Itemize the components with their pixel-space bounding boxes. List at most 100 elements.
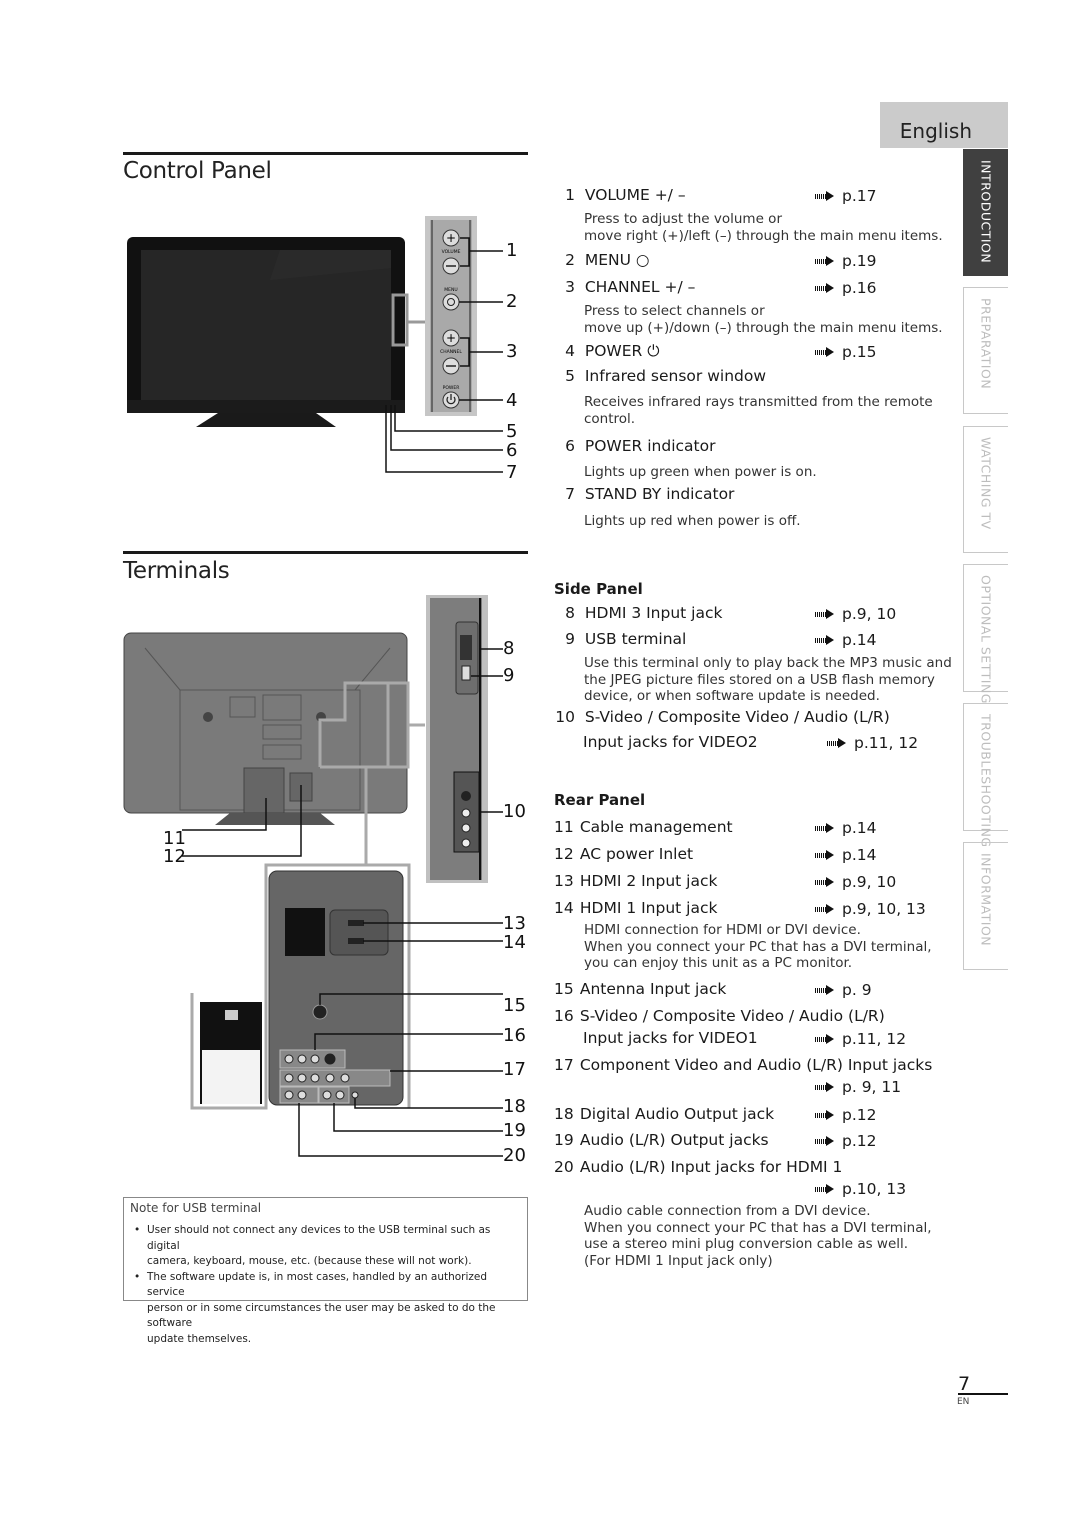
cp-desc-6: Lights up green when power is on. [584, 464, 817, 480]
svideo-port-icon [461, 791, 471, 801]
side-ref-10[interactable]: p.11, 12 [827, 734, 918, 752]
page-arrow-icon [815, 347, 834, 357]
page-arrow-icon [815, 191, 834, 201]
side-ref-8[interactable]: p.9, 10 [815, 605, 896, 623]
rear-ref-13[interactable]: p.9, 10 [815, 873, 896, 891]
rear-ref-20[interactable]: p.10, 13 [815, 1180, 906, 1198]
callout-13: 13 [503, 913, 526, 934]
side-tab-watching-tv[interactable]: WATCHING TV [963, 426, 1008, 553]
volume-minus-button [442, 257, 460, 275]
rear-item-14: 14 HDMI 1 Input jack [554, 899, 718, 917]
svg-text:+: + [446, 231, 456, 245]
side-tab-information[interactable]: INFORMATION [963, 842, 1008, 970]
callout-3: 3 [506, 341, 518, 362]
tv-stand [196, 413, 336, 427]
section-rule [123, 551, 528, 554]
page-arrow-icon [815, 850, 834, 860]
tv-front-figure: + VOLUME MENU + CHANNEL POWER [127, 216, 503, 473]
side-panel-heading: Side Panel [554, 580, 643, 598]
callout-10: 10 [503, 801, 526, 822]
cp-ref-3[interactable]: p.16 [815, 279, 877, 297]
cp-desc-1: Press to adjust the volume or move right … [584, 211, 943, 244]
callout-14: 14 [503, 932, 526, 953]
page-arrow-icon [815, 1136, 834, 1146]
side-tab-label: INTRODUCTION [978, 160, 994, 264]
callout-2: 2 [506, 291, 518, 312]
usb-note-box: Note for USB terminal User should not co… [123, 1197, 528, 1345]
control-panel-title: Control Panel [123, 158, 272, 184]
cp-item-5: 5 Infrared sensor window [565, 367, 767, 385]
menu-label: MENU [444, 287, 457, 293]
rear-item-15: 15 Antenna Input jack [554, 980, 727, 998]
side-tab-label: TROUBLESHOOTING [978, 714, 994, 848]
language-tab[interactable]: English [880, 102, 1008, 148]
hdmi-label-panel [285, 908, 325, 956]
side-item-10: 10 S-Video / Composite Video / Audio (L/… [555, 708, 890, 726]
side-tab-label: PREPARATION [978, 298, 994, 390]
rear-ref-11[interactable]: p.14 [815, 819, 877, 837]
rear-item-13: 13 HDMI 2 Input jack [554, 872, 718, 890]
callout-8: 8 [503, 638, 515, 659]
cp-ref-1[interactable]: p.17 [815, 187, 877, 205]
rear-ref-15[interactable]: p. 9 [815, 981, 872, 999]
volume-label: VOLUME [442, 249, 461, 255]
rear-item-19: 19 Audio (L/R) Output jacks [554, 1131, 769, 1149]
cp-item-7: 7 STAND BY indicator [565, 485, 735, 503]
rear-ref-12[interactable]: p.14 [815, 846, 877, 864]
usb-note-bullet: The software update is, in most cases, h… [130, 1270, 521, 1348]
cp-item-2: 2 MENU ○ [565, 251, 650, 269]
callout-20: 20 [503, 1145, 526, 1166]
rear-panel-heading: Rear Panel [554, 791, 646, 809]
cp-desc-7: Lights up red when power is off. [584, 513, 801, 529]
rear-ref-19[interactable]: p.12 [815, 1132, 877, 1150]
callout-16: 16 [503, 1025, 526, 1046]
tv-screen [141, 250, 391, 400]
power-button-icon [442, 391, 460, 409]
callout-18: 18 [503, 1096, 526, 1117]
cp-desc-5: Receives infrared rays transmitted from … [584, 394, 933, 427]
page-arrow-icon [815, 256, 834, 266]
rear-item-16-line2: Input jacks for VIDEO1 [583, 1029, 758, 1047]
rear-desc-20: Audio cable connection from a DVI device… [584, 1203, 932, 1269]
hdmi2-port-icon [348, 920, 364, 926]
rear-ref-16[interactable]: p.11, 12 [815, 1030, 906, 1048]
page-arrow-icon [815, 877, 834, 887]
svg-text:+: + [446, 331, 456, 345]
side-tab-label: INFORMATION [978, 853, 994, 947]
rear-ref-18[interactable]: p.12 [815, 1106, 877, 1124]
terminals-title: Terminals [123, 558, 230, 584]
callout-15: 15 [503, 995, 526, 1016]
side-desc-9: Use this terminal only to play back the … [584, 655, 952, 704]
callout-7: 7 [506, 462, 518, 483]
side-tab-optional-setting[interactable]: OPTIONAL SETTING [963, 564, 1008, 704]
cp-item-1: 1 VOLUME +/ – [565, 186, 686, 204]
rear-item-16: 16 S-Video / Composite Video / Audio (L/… [554, 1007, 885, 1025]
usb-note-bullet: User should not connect any devices to t… [130, 1223, 521, 1270]
cp-desc-3: Press to select channels or move up (+)/d… [584, 303, 943, 336]
side-ref-9[interactable]: p.14 [815, 631, 877, 649]
page-arrow-icon [815, 635, 834, 645]
cp-ref-2[interactable]: p.19 [815, 252, 877, 270]
section-rule [123, 152, 528, 155]
usb-note-title: Note for USB terminal [130, 1201, 262, 1215]
page-arrow-icon [815, 283, 834, 293]
power-label: POWER [443, 385, 460, 391]
tv-rear-figure [123, 595, 503, 1157]
page-arrow-icon [815, 904, 834, 914]
rear-ref-14[interactable]: p.9, 10, 13 [815, 900, 926, 918]
rear-ref-17[interactable]: p. 9, 11 [815, 1078, 901, 1096]
rear-item-11: 11 Cable management [554, 818, 733, 836]
page-lang-code: EN [957, 1397, 970, 1407]
page-arrow-icon [815, 1184, 834, 1194]
side-tab-introduction[interactable]: INTRODUCTION [963, 149, 1008, 276]
page-arrow-icon [815, 609, 834, 619]
rear-item-20: 20 Audio (L/R) Input jacks for HDMI 1 [554, 1158, 843, 1176]
page-arrow-icon [815, 823, 834, 833]
channel-label: CHANNEL [440, 349, 462, 355]
hdmi1-port-icon [348, 938, 364, 944]
side-tab-troubleshooting[interactable]: TROUBLESHOOTING [963, 703, 1008, 848]
callout-19: 19 [503, 1120, 526, 1141]
side-tab-preparation[interactable]: PREPARATION [963, 287, 1008, 414]
cp-ref-4[interactable]: p.15 [815, 343, 877, 361]
side-item-9: 9 USB terminal [565, 630, 687, 648]
